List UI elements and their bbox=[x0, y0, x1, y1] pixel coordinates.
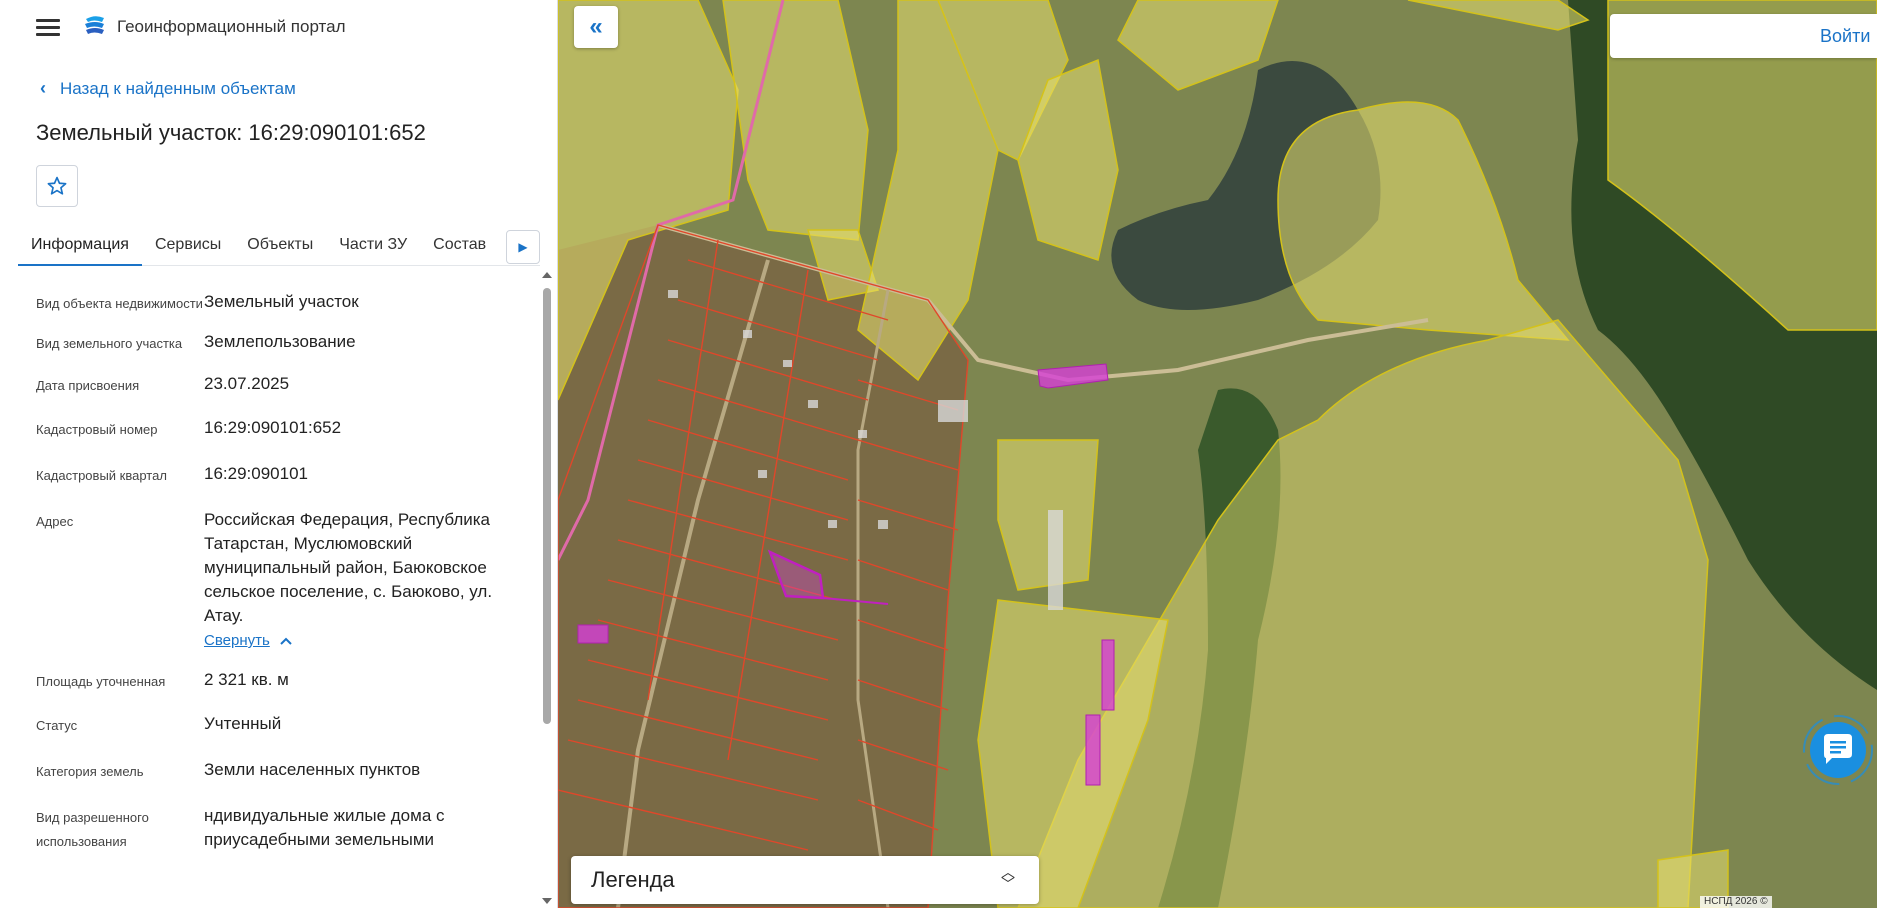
login-label: Войти bbox=[1820, 25, 1871, 46]
property-value: 23.07.2025 bbox=[204, 374, 290, 393]
back-to-results-link[interactable]: ‹ Назад к найденным объектам bbox=[40, 78, 296, 99]
tab-composition[interactable]: Состав bbox=[420, 228, 499, 266]
property-row: Кадастровый номер 16:29:090101:652 bbox=[36, 416, 526, 442]
property-label: Площадь уточненная bbox=[36, 674, 166, 689]
info-panel: Геоинформационный портал ‹ Назад к найде… bbox=[0, 0, 558, 908]
tabs-scroll-right-button[interactable]: ▶ bbox=[506, 230, 540, 264]
properties-list: Вид объекта недвижимости Земельный участ… bbox=[36, 290, 526, 866]
scroll-down-icon[interactable] bbox=[542, 898, 552, 904]
property-value: 16:29:090101:652 bbox=[204, 418, 342, 437]
scroll-up-icon[interactable] bbox=[542, 272, 552, 278]
satellite-map[interactable] bbox=[558, 0, 1877, 908]
collapse-panel-button[interactable]: « bbox=[574, 6, 618, 48]
favorite-button[interactable] bbox=[36, 165, 78, 207]
login-button[interactable]: Войти bbox=[1610, 14, 1877, 58]
property-label: Статус bbox=[36, 718, 78, 733]
property-row: Кадастровый квартал 16:29:090101 bbox=[36, 462, 526, 488]
address-block: Российская Федерация, Республика Татарст… bbox=[204, 508, 524, 650]
property-label: Кадастровый номер bbox=[36, 422, 158, 437]
legend-panel[interactable]: Легенда ︿ ﹀ bbox=[571, 856, 1039, 904]
property-label: Вид объекта недвижимости bbox=[36, 296, 203, 311]
back-link-label: Назад к найденным объектам bbox=[60, 78, 296, 98]
property-row: Вид разрешенного использования ндивидуал… bbox=[36, 804, 526, 854]
double-chevron-left-icon: « bbox=[589, 13, 603, 40]
property-value: ндивидуальные жилые дома с приусадебными… bbox=[204, 806, 445, 849]
property-label: Дата присвоения bbox=[36, 378, 140, 393]
property-row: Адрес Российская Федерация, Республика Т… bbox=[36, 508, 526, 650]
portal-logo-icon bbox=[85, 16, 104, 34]
property-row: Категория земель Земли населенных пункто… bbox=[36, 758, 526, 784]
property-label: Категория земель bbox=[36, 764, 144, 779]
panel-header: Геоинформационный портал bbox=[0, 0, 557, 54]
star-icon bbox=[47, 176, 67, 195]
property-label: Кадастровый квартал bbox=[36, 468, 167, 483]
tab-objects[interactable]: Объекты bbox=[234, 228, 326, 266]
map-attribution: НСПД 2026 © bbox=[1700, 896, 1772, 908]
tab-services[interactable]: Сервисы bbox=[142, 228, 234, 266]
chevron-left-icon: ‹ bbox=[40, 78, 46, 98]
panel-scrollbar[interactable] bbox=[540, 270, 554, 908]
property-row: Статус Учтенный bbox=[36, 712, 526, 738]
property-label: Вид земельного участка bbox=[36, 336, 183, 351]
collapse-label: Свернуть bbox=[204, 632, 270, 649]
property-value: 2 321 кв. м bbox=[204, 670, 289, 689]
legend-label: Легенда bbox=[591, 867, 675, 892]
property-value: Землепользование bbox=[204, 332, 356, 351]
chevron-up-icon bbox=[280, 637, 292, 645]
tab-land-parts[interactable]: Части ЗУ bbox=[326, 228, 420, 266]
property-value: Российская Федерация, Республика Татарст… bbox=[204, 510, 493, 625]
info-tabs: Информация Сервисы Объекты Части ЗУ Сост… bbox=[18, 228, 540, 266]
property-value: Земельный участок bbox=[204, 292, 359, 311]
collapse-link[interactable]: Свернуть bbox=[204, 632, 292, 649]
chat-button[interactable] bbox=[1802, 714, 1874, 786]
map-view[interactable]: « Войти Легенда ︿ ﹀ НСПД 2026 © bbox=[558, 0, 1877, 908]
property-row: Вид объекта недвижимости Земельный участ… bbox=[36, 290, 526, 316]
hamburger-icon[interactable] bbox=[36, 16, 60, 38]
tab-information[interactable]: Информация bbox=[18, 228, 142, 266]
property-value: Учтенный bbox=[204, 714, 282, 733]
property-row: Вид земельного участка Землепользование bbox=[36, 330, 526, 356]
scroll-thumb[interactable] bbox=[543, 288, 551, 724]
triangle-right-icon: ▶ bbox=[518, 240, 528, 254]
object-title: Земельный участок: 16:29:090101:652 bbox=[36, 120, 426, 145]
portal-title: Геоинформационный портал bbox=[117, 17, 346, 36]
property-value: 16:29:090101 bbox=[204, 464, 308, 483]
property-value: Земли населенных пунктов bbox=[204, 760, 421, 779]
property-row: Площадь уточненная 2 321 кв. м bbox=[36, 668, 526, 694]
property-row: Дата присвоения 23.07.2025 bbox=[36, 372, 526, 398]
up-down-chevron-icon[interactable]: ︿ ﹀ bbox=[1001, 865, 1015, 891]
property-label: Адрес bbox=[36, 514, 74, 529]
property-label: Вид разрешенного использования bbox=[36, 810, 149, 849]
